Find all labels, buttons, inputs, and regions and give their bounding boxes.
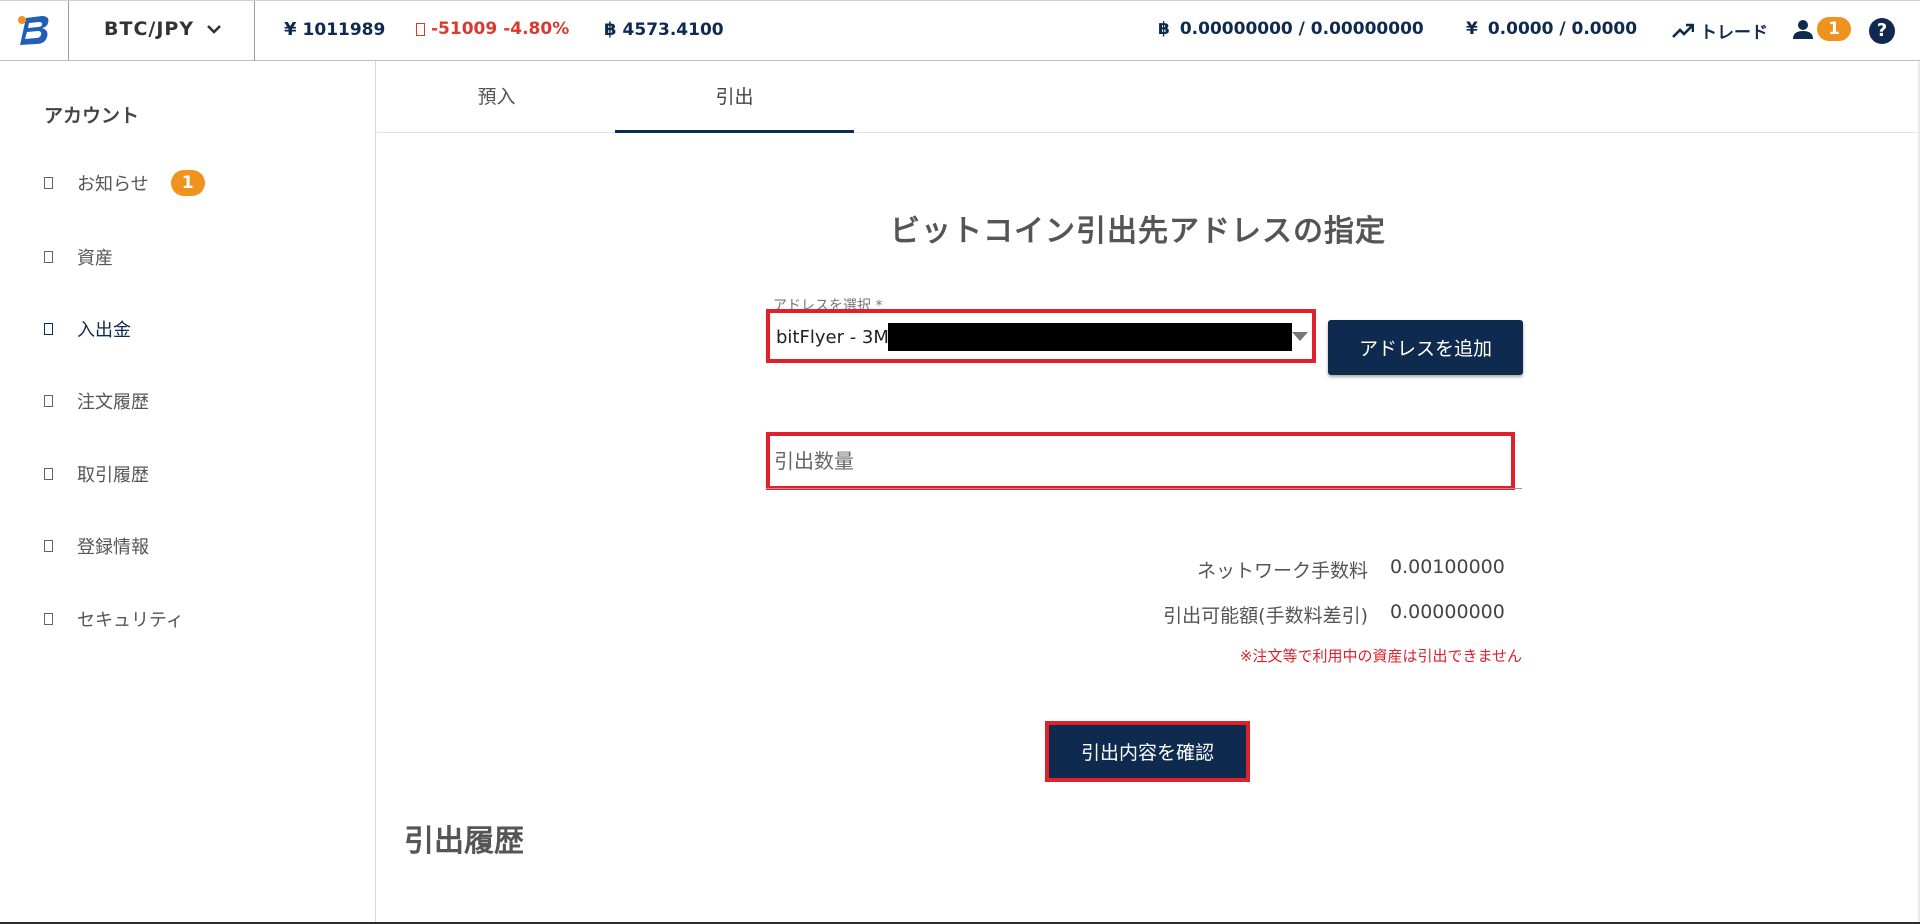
account-sidebar: アカウント お知らせ 1 資産 入出金 注文履歴 取引履歴 登録情報 セキュリテ… (0, 61, 376, 924)
btc-rate-value: 4573.4100 (622, 19, 724, 40)
form-title: ビットコイン引出先アドレスの指定 (890, 214, 1386, 249)
shield-icon (44, 613, 53, 625)
jpy-balance: ¥ 0.0000 / 0.0000 (1466, 19, 1637, 39)
transfer-icon (44, 323, 53, 335)
user-notification-badge: 1 (1817, 17, 1851, 41)
sidebar-item-assets[interactable]: 資産 (44, 244, 113, 270)
sidebar-item-label: お知らせ (77, 174, 149, 195)
sidebar-item-label: 入出金 (77, 320, 131, 341)
btc-balance: ฿ 0.00000000 / 0.00000000 (1158, 19, 1424, 39)
chevron-down-icon (207, 25, 222, 34)
history-icon (44, 468, 53, 480)
last-price: ¥ 1011989 (284, 19, 385, 40)
add-address-button[interactable]: アドレスを追加 (1328, 320, 1523, 375)
price-change-value: -51009 (431, 19, 498, 39)
trade-link[interactable]: トレード (1672, 18, 1768, 43)
redaction-block (888, 323, 1292, 351)
btc-balance-value: 0.00000000 / 0.00000000 (1179, 19, 1424, 39)
yen-icon: ¥ (1466, 19, 1478, 39)
sidebar-item-label: 注文履歴 (77, 392, 149, 413)
dropdown-arrow-icon (1292, 332, 1308, 341)
amount-underline (766, 488, 1522, 489)
withdraw-history-title: 引出履歴 (404, 824, 524, 859)
sidebar-item-deposit-withdraw[interactable]: 入出金 (44, 316, 131, 342)
withdraw-amount-input[interactable] (774, 442, 1504, 480)
pair-label: BTC/JPY (104, 18, 195, 40)
available-amount-label: 引出可能額(手数料差引) (1163, 605, 1368, 627)
tab-deposit[interactable]: 預入 (377, 61, 616, 133)
jpy-balance-value: 0.0000 / 0.0000 (1487, 19, 1638, 39)
network-fee-value: 0.00100000 (1390, 556, 1505, 578)
header-divider (68, 1, 69, 61)
sidebar-item-trade-history[interactable]: 取引履歴 (44, 461, 149, 487)
trade-label: トレード (1700, 23, 1768, 43)
bitcoin-icon: ฿ (1158, 19, 1170, 39)
btc-rate: ฿ 4573.4100 (604, 19, 724, 40)
yen-icon: ¥ (284, 19, 297, 40)
address-select[interactable]: bitFlyer - 3M (766, 309, 1316, 363)
sidebar-item-notifications[interactable]: お知らせ 1 (44, 170, 205, 196)
withdraw-amount-field (766, 432, 1515, 490)
address-select-value: bitFlyer - 3M (776, 327, 889, 348)
help-icon[interactable]: ? (1869, 18, 1895, 44)
sidebar-item-label: 登録情報 (77, 537, 149, 558)
confirm-withdraw-button[interactable]: 引出内容を確認 (1049, 725, 1246, 778)
available-amount-row: 引出可能額(手数料差引) 0.00000000 (1163, 601, 1522, 628)
sidebar-item-label: セキュリティ (77, 610, 184, 631)
trending-up-icon (1672, 23, 1694, 38)
header-divider (254, 1, 255, 61)
price-change: -51009 -4.80% (416, 19, 569, 39)
sidebar-title: アカウント (44, 105, 140, 127)
top-header: BTC/JPY ¥ 1011989 -51009 -4.80% ฿ 4573.4… (0, 0, 1920, 61)
last-price-value: 1011989 (302, 19, 386, 40)
notifications-badge: 1 (170, 170, 205, 196)
available-amount-value: 0.00000000 (1390, 601, 1505, 623)
withdraw-notice: ※注文等で利用中の資産は引出できません (1239, 647, 1522, 665)
deposit-withdraw-tabs: 預入 引出 (377, 61, 1920, 133)
bitcoin-icon: ฿ (604, 19, 617, 40)
wallet-icon (44, 251, 53, 263)
tab-withdraw[interactable]: 引出 (615, 61, 854, 133)
sidebar-item-label: 取引履歴 (77, 465, 149, 486)
down-indicator-icon (416, 22, 425, 36)
price-change-percent: -4.80% (503, 19, 570, 39)
sidebar-item-security[interactable]: セキュリティ (44, 606, 184, 632)
list-icon (44, 395, 53, 407)
sidebar-item-profile[interactable]: 登録情報 (44, 533, 149, 559)
sidebar-item-label: 資産 (77, 248, 113, 269)
person-icon (1793, 20, 1813, 39)
sidebar-item-order-history[interactable]: 注文履歴 (44, 388, 149, 414)
network-fee-label: ネットワーク手数料 (1196, 560, 1368, 582)
bitbank-logo-icon[interactable] (12, 10, 56, 50)
user-menu[interactable]: 1 (1792, 17, 1851, 41)
bell-icon (44, 177, 53, 189)
network-fee-row: ネットワーク手数料 0.00100000 (1197, 556, 1522, 583)
pair-selector[interactable]: BTC/JPY (104, 18, 222, 40)
profile-icon (44, 540, 53, 552)
confirm-highlight: 引出内容を確認 (1045, 721, 1250, 782)
